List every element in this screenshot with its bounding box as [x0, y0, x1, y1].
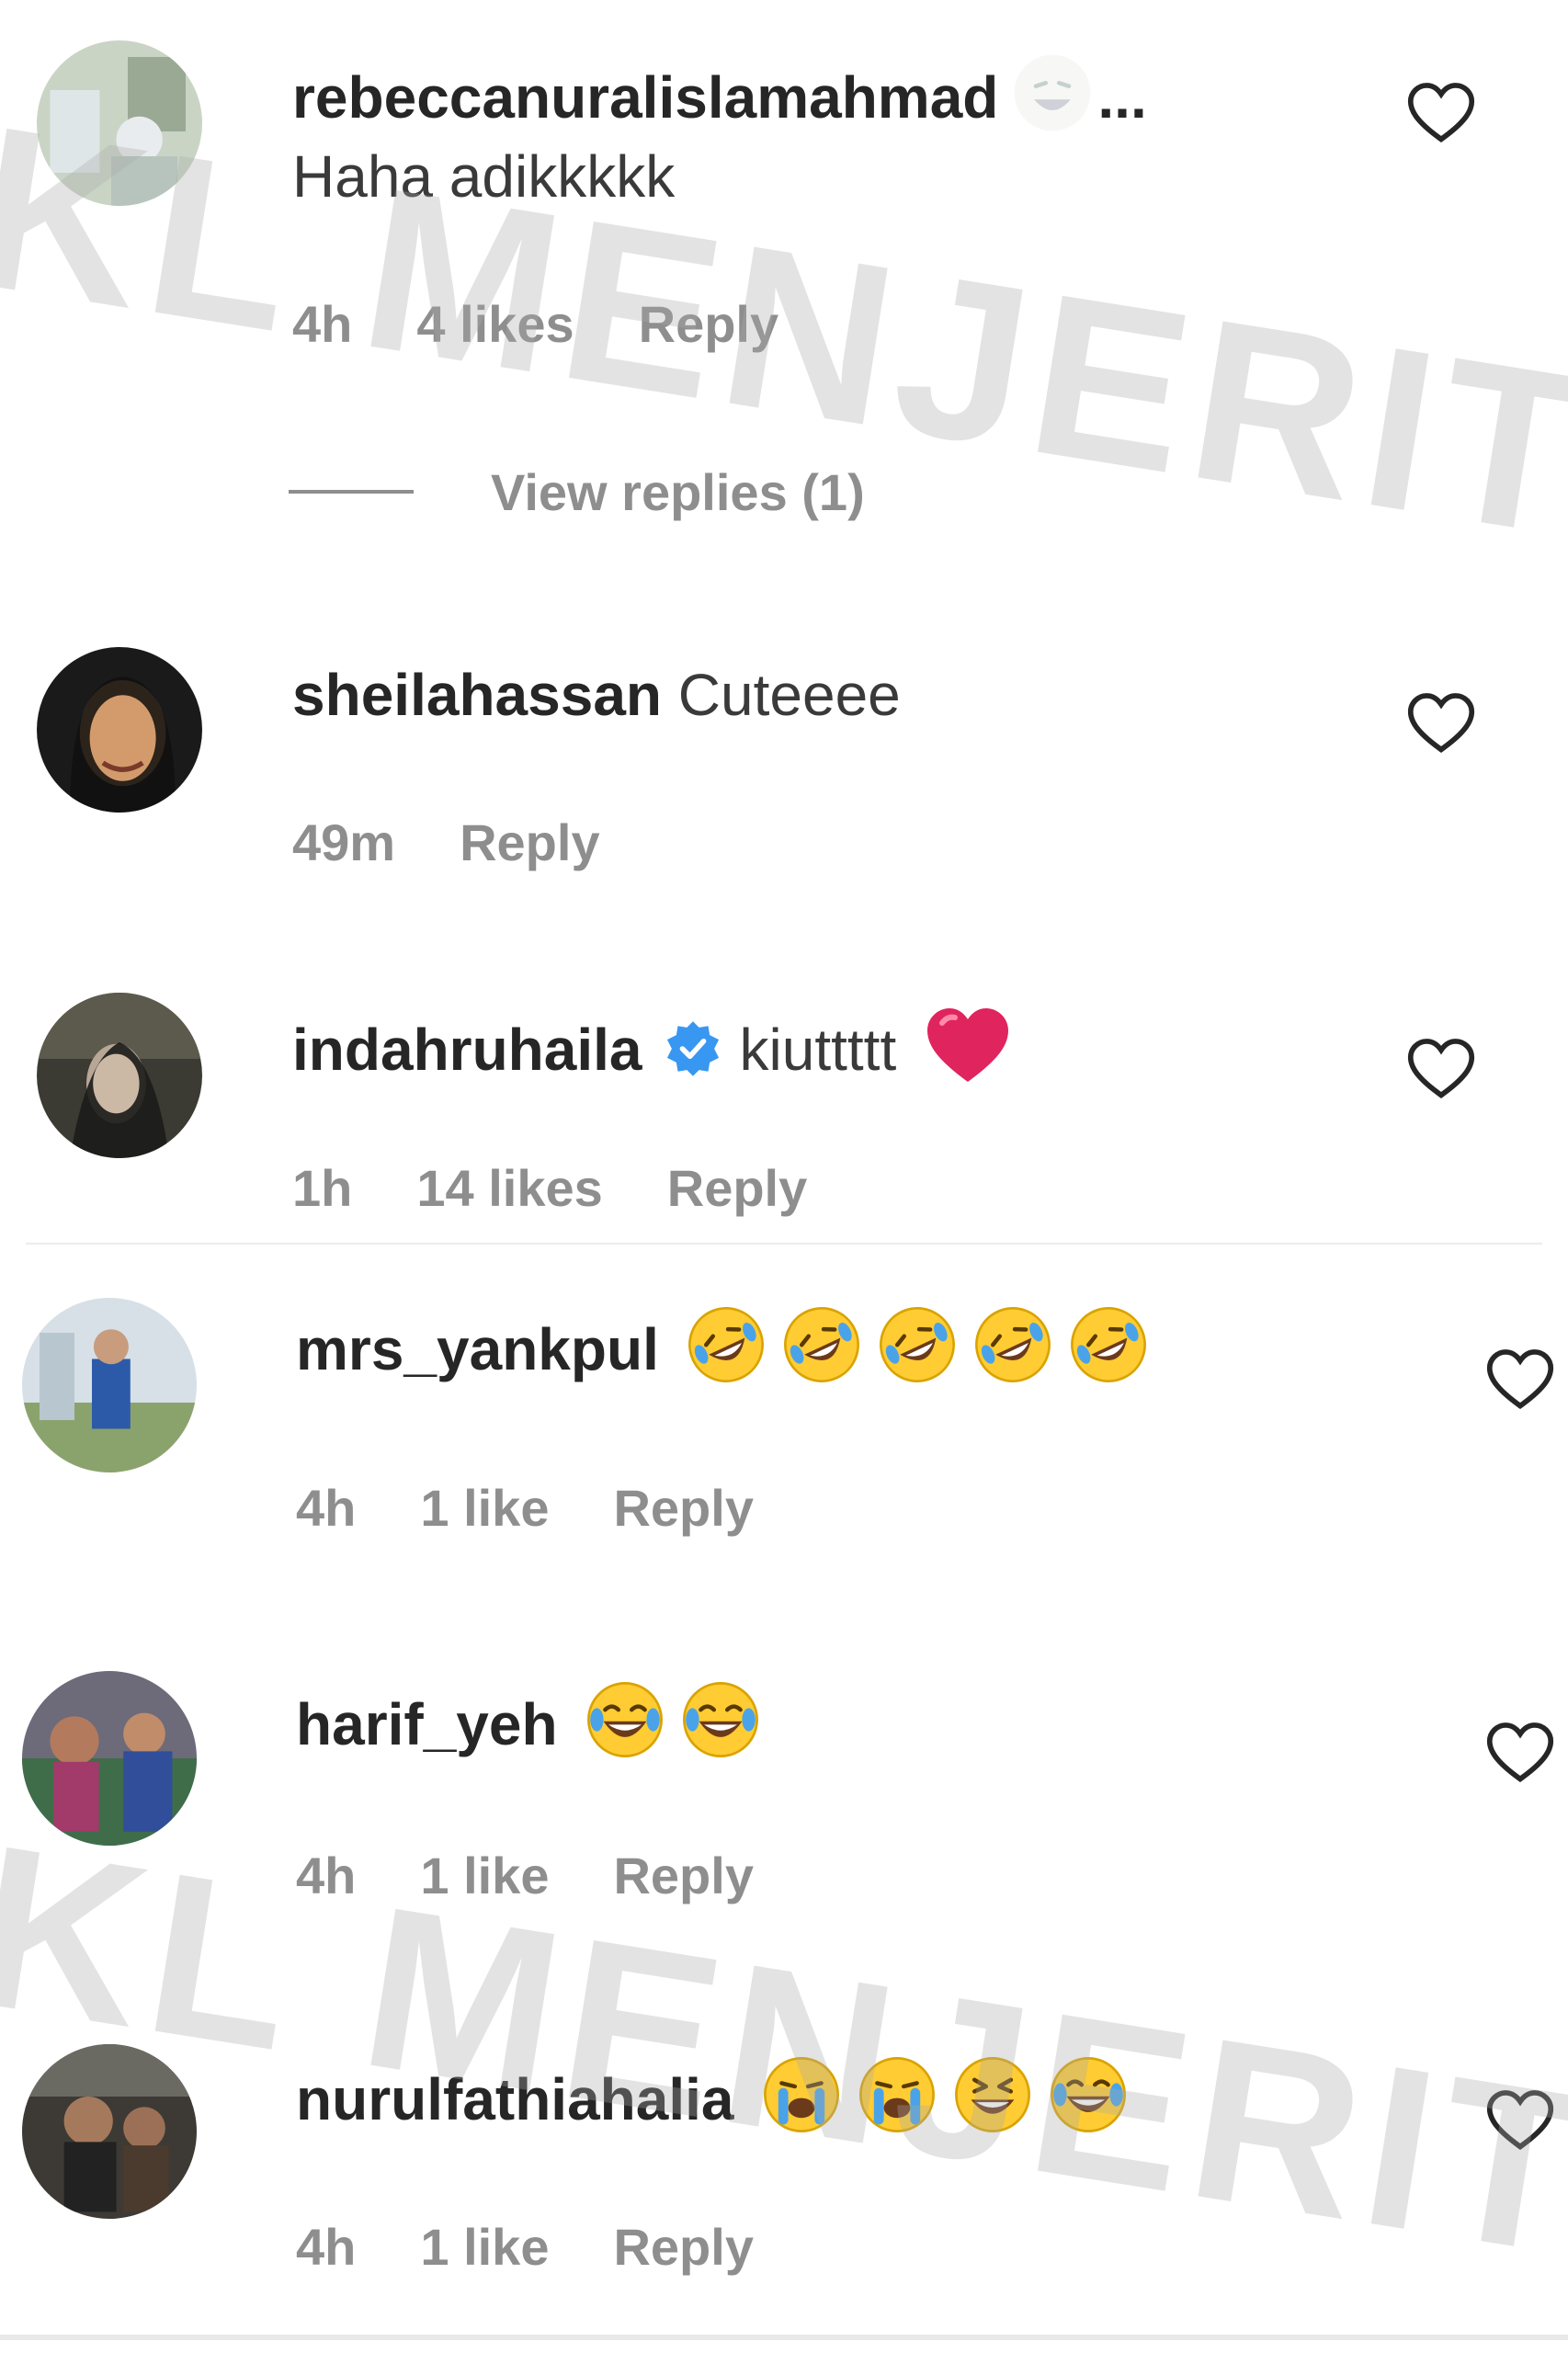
reply-button[interactable]: Reply — [613, 1479, 754, 1537]
comment-time: 4h — [296, 1479, 357, 1537]
comment-meta: 4h 1 like Reply — [296, 2215, 818, 2279]
comment-likes[interactable]: 1 like — [420, 2218, 549, 2276]
tears-of-joy-emoji-icon — [679, 1678, 762, 1761]
comment-likes[interactable]: 4 likes — [416, 295, 574, 353]
grinning-squinting-emoji-icon — [1011, 51, 1094, 134]
reply-button[interactable]: Reply — [613, 1847, 754, 1904]
reply-button[interactable]: Reply — [613, 2218, 754, 2276]
comment-line: sheilahassan Cuteeee — [292, 658, 901, 732]
rolling-on-floor-laughing-emoji-icon — [780, 1303, 863, 1386]
comment-likes[interactable]: 1 like — [420, 1847, 549, 1904]
like-heart-icon[interactable] — [1406, 1037, 1476, 1101]
tears-of-joy-emoji-icon — [584, 1678, 666, 1761]
rolling-on-floor-laughing-emoji-icon — [1067, 1303, 1150, 1386]
divider — [0, 2335, 1568, 2340]
comment-time: 1h — [292, 1159, 353, 1217]
loudly-crying-emoji-icon — [856, 2053, 938, 2136]
comment-username[interactable]: nurulfathiahalia — [296, 2066, 734, 2132]
reply-button[interactable]: Reply — [667, 1159, 808, 1217]
comment-line: harif_yeh — [296, 1678, 762, 1761]
rolling-on-floor-laughing-emoji-icon — [876, 1303, 959, 1386]
comment-meta: 1h 14 likes Reply — [292, 1156, 871, 1221]
comment-username[interactable]: rebeccanuralislamahmad — [292, 64, 998, 131]
avatar[interactable] — [22, 1298, 197, 1472]
like-heart-icon[interactable] — [1485, 2088, 1555, 2153]
comment-text: kiuttttt — [739, 1017, 897, 1083]
comment-username[interactable]: sheilahassan — [292, 662, 662, 728]
like-heart-icon[interactable] — [1485, 1721, 1555, 1785]
rolling-on-floor-laughing-emoji-icon — [971, 1303, 1054, 1386]
red-heart-emoji-icon — [924, 1004, 1012, 1086]
comment-likes[interactable]: 14 likes — [416, 1159, 602, 1217]
view-replies-label[interactable]: View replies (1) — [491, 462, 865, 522]
comment-time: 4h — [292, 295, 353, 353]
more-dots[interactable]: ... — [1097, 61, 1146, 134]
comment-likes[interactable]: 1 like — [420, 1479, 549, 1537]
avatar[interactable] — [37, 647, 202, 813]
loudly-crying-emoji-icon — [760, 2053, 843, 2136]
comment-line: mrs_yankpul — [296, 1303, 1150, 1386]
comment-meta: 4h 1 like Reply — [296, 1476, 818, 1540]
comment-time: 4h — [296, 2218, 357, 2276]
comment-username[interactable]: harif_yeh — [296, 1691, 558, 1757]
comment-meta: 4h 4 likes Reply — [292, 292, 843, 357]
like-heart-icon[interactable] — [1406, 81, 1476, 145]
rolling-on-floor-laughing-emoji-icon — [685, 1303, 767, 1386]
comment-meta: 49m Reply — [292, 811, 665, 875]
verified-badge-icon — [663, 1018, 723, 1079]
divider — [26, 1243, 1542, 1245]
reply-button[interactable]: Reply — [460, 813, 600, 871]
comment-username-line: rebeccanuralislamahmad ... — [292, 51, 1147, 134]
replies-divider — [289, 490, 414, 494]
comment-time: 4h — [296, 1847, 357, 1904]
comment-text: Haha adikkkkk — [292, 143, 676, 210]
avatar[interactable] — [22, 1671, 197, 1846]
avatar[interactable] — [37, 993, 202, 1158]
reply-button[interactable]: Reply — [639, 295, 779, 353]
comment-line: indahruhaila kiuttttt — [292, 1004, 1012, 1086]
tears-of-joy-emoji-icon — [1047, 2053, 1130, 2136]
avatar[interactable] — [37, 40, 202, 206]
avatar[interactable] — [22, 2044, 197, 2219]
like-heart-icon[interactable] — [1406, 691, 1476, 756]
like-heart-icon[interactable] — [1485, 1347, 1555, 1412]
comment-meta: 4h 1 like Reply — [296, 1844, 818, 1908]
comments-feed: rebeccanuralislamahmad ... Haha adikkkkk… — [0, 0, 1568, 2353]
comment-username[interactable]: indahruhaila — [292, 1017, 642, 1083]
view-replies-button[interactable]: View replies (1) — [289, 460, 865, 524]
comment-username[interactable]: mrs_yankpul — [296, 1316, 659, 1382]
grinning-squinting-emoji-icon — [951, 2053, 1034, 2136]
comment-line: nurulfathiahalia — [296, 2053, 1130, 2136]
comment-time: 49m — [292, 813, 396, 871]
comment-text: Cuteeee — [677, 662, 901, 728]
